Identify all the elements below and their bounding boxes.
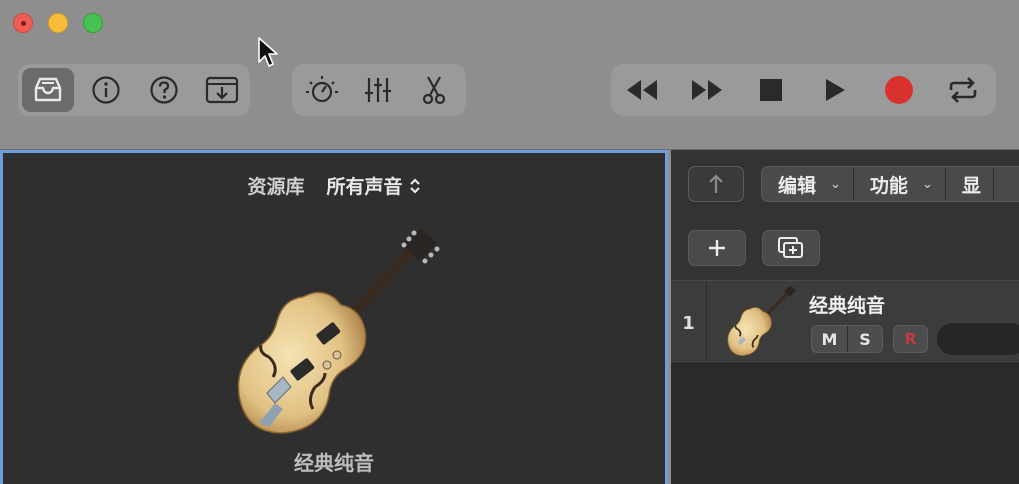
tracks-menu-segment: 编辑 ⌄ 功能 ⌄ 显 bbox=[761, 166, 1019, 202]
go-up-button[interactable] bbox=[688, 166, 744, 202]
chevron-down-icon: ⌄ bbox=[921, 176, 933, 192]
play-button[interactable] bbox=[809, 68, 861, 112]
record-button[interactable] bbox=[873, 68, 925, 112]
edit-menu-label: 编辑 bbox=[778, 174, 817, 197]
download-button[interactable] bbox=[196, 68, 248, 112]
zoom-button[interactable] bbox=[83, 13, 103, 33]
chevron-down-icon: ⌄ bbox=[830, 176, 841, 192]
view-menu-label: 显 bbox=[961, 174, 981, 197]
scissors-button[interactable] bbox=[408, 68, 460, 112]
guitar-icon bbox=[727, 285, 796, 356]
window-toolbar bbox=[0, 0, 1019, 150]
duplicate-track-icon bbox=[778, 237, 803, 258]
library-icon bbox=[34, 77, 62, 102]
plus-icon bbox=[709, 240, 725, 256]
solo-button[interactable]: S bbox=[847, 326, 882, 352]
cycle-button[interactable] bbox=[937, 68, 989, 112]
minimize-button[interactable] bbox=[48, 13, 68, 33]
mute-solo-group: M S bbox=[811, 325, 883, 353]
functions-menu-label: 功能 bbox=[869, 174, 908, 197]
smart-controls-icon bbox=[306, 76, 338, 103]
track-row[interactable]: 1 经典纯音 M S R bbox=[671, 280, 1019, 365]
tracks-menu-bar: 编辑 ⌄ 功能 ⌄ 显 bbox=[671, 150, 1019, 216]
fast-forward-button[interactable] bbox=[682, 68, 734, 112]
play-icon bbox=[826, 79, 845, 101]
mouse-cursor-icon bbox=[258, 37, 278, 67]
selected-patch-name: 经典纯音 bbox=[294, 451, 374, 475]
view-toolbar-group bbox=[18, 64, 250, 116]
track-name: 经典纯音 bbox=[809, 295, 886, 317]
library-panel: 资源库 所有声音 经典纯音 bbox=[0, 150, 668, 484]
transport-controls bbox=[611, 64, 996, 116]
arrow-up-icon bbox=[709, 174, 723, 193]
record-enable-button[interactable]: R bbox=[893, 325, 928, 353]
mixer-icon bbox=[365, 78, 391, 102]
track-number: 1 bbox=[671, 281, 707, 365]
info-icon bbox=[92, 76, 120, 104]
edit-toolbar-group bbox=[292, 64, 466, 116]
duplicate-track-button[interactable] bbox=[762, 230, 820, 266]
info-button[interactable] bbox=[80, 68, 132, 112]
functions-menu[interactable]: 功能 ⌄ bbox=[854, 167, 946, 201]
library-button[interactable] bbox=[22, 68, 74, 112]
mute-button[interactable]: M bbox=[812, 326, 847, 352]
sound-filter-label: 所有声音 bbox=[326, 176, 403, 198]
help-icon bbox=[150, 76, 178, 104]
volume-slider[interactable] bbox=[937, 323, 1019, 355]
up-down-chevron-icon bbox=[409, 177, 420, 194]
mixer-button[interactable] bbox=[352, 68, 404, 112]
stop-icon bbox=[760, 79, 782, 101]
cycle-icon bbox=[949, 77, 977, 103]
sound-filter-dropdown[interactable]: 所有声音 bbox=[327, 172, 421, 199]
scissors-icon bbox=[422, 76, 446, 105]
tracks-area: 编辑 ⌄ 功能 ⌄ 显 1 经典纯音 M S R bbox=[671, 150, 1019, 484]
help-button[interactable] bbox=[138, 68, 190, 112]
guitar-icon[interactable] bbox=[233, 227, 443, 437]
track-add-row bbox=[671, 216, 1019, 280]
edit-menu[interactable]: 编辑 ⌄ bbox=[762, 167, 854, 201]
fast-forward-icon bbox=[692, 80, 722, 100]
track-list-empty-area bbox=[671, 364, 1019, 484]
view-menu[interactable]: 显 bbox=[946, 167, 994, 201]
library-title: 资源库 bbox=[247, 176, 305, 198]
download-icon bbox=[205, 76, 239, 104]
rewind-button[interactable] bbox=[615, 68, 667, 112]
add-track-button[interactable] bbox=[688, 230, 746, 266]
stop-button[interactable] bbox=[745, 68, 797, 112]
library-header: 资源库 所有声音 bbox=[3, 172, 665, 199]
close-button[interactable] bbox=[13, 13, 33, 33]
record-icon bbox=[885, 76, 913, 104]
rewind-icon bbox=[627, 80, 657, 100]
smart-controls-button[interactable] bbox=[296, 68, 348, 112]
